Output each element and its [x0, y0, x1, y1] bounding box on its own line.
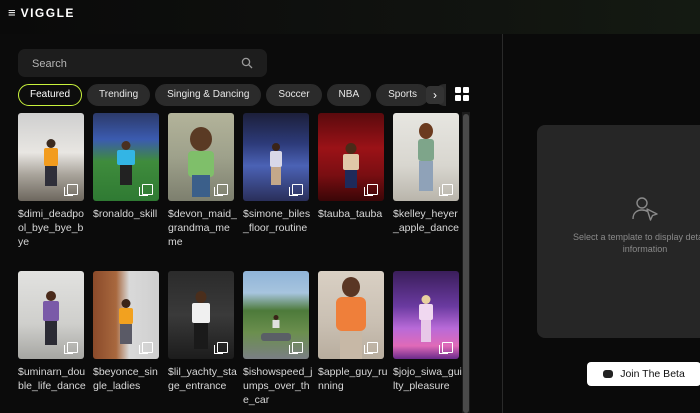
search-bar	[18, 49, 267, 79]
category-tabs: Featured Trending Singing & Dancing Soccer N…	[18, 84, 446, 106]
template-title: $apple_guy_running	[318, 366, 388, 392]
search-input[interactable]	[30, 49, 234, 79]
tab-trending[interactable]: Trending	[87, 84, 151, 106]
multi-clip-icon	[214, 184, 228, 196]
chevron-right-icon[interactable]: ›	[426, 86, 444, 104]
template-card[interactable]: $apple_guy_running	[318, 271, 387, 393]
template-card[interactable]: $ishowspeed_jumps_over_the_car	[243, 271, 312, 407]
search-icon[interactable]	[241, 57, 253, 69]
grid-view-icon[interactable]	[455, 87, 469, 101]
scrollbar-thumb[interactable]	[463, 114, 469, 413]
multi-clip-icon	[214, 342, 228, 354]
template-card[interactable]: $kelley_heyer_apple_dance	[393, 113, 459, 235]
template-title: $jojo_siwa_guilty_pleasure	[393, 366, 462, 392]
template-title: $ishowspeed_jumps_over_the_car	[243, 366, 313, 406]
logo[interactable]: ≡ VIGGLE	[8, 5, 75, 20]
template-title: $dimi_deadpool_bye_bye_bye	[18, 208, 84, 248]
template-card[interactable]: $lil_yachty_stage_entrance	[168, 271, 237, 393]
multi-clip-icon	[139, 342, 153, 354]
tab-soccer[interactable]: Soccer	[266, 84, 322, 106]
template-browser: FeaturedTrendingSinging & DancingSoccerN…	[0, 34, 502, 413]
multi-clip-icon	[439, 342, 453, 354]
template-card[interactable]: $devon_maid_grandma_meme	[168, 113, 237, 249]
multi-clip-icon	[64, 342, 78, 354]
template-thumbnail[interactable]	[243, 271, 309, 359]
template-title: $simone_biles_floor_routine	[243, 208, 311, 234]
template-card[interactable]: $ronaldo_skill	[93, 113, 159, 221]
template-title: $beyonce_single_ladies	[93, 366, 158, 392]
template-thumbnail[interactable]	[18, 271, 84, 359]
template-thumbnail[interactable]	[93, 271, 159, 359]
template-title: $kelley_heyer_apple_dance	[393, 208, 459, 234]
detail-sidebar: Select a template to display detailed in…	[503, 34, 700, 413]
join-beta-button[interactable]: Join The Beta	[587, 362, 700, 386]
template-thumbnail[interactable]	[93, 113, 159, 201]
discord-icon	[603, 370, 614, 378]
template-thumbnail[interactable]	[393, 271, 459, 359]
multi-clip-icon	[364, 342, 378, 354]
template-thumbnail[interactable]	[318, 271, 384, 359]
template-card[interactable]: $uminarn_double_life_dance	[18, 271, 86, 393]
template-card[interactable]: $beyonce_single_ladies	[93, 271, 159, 393]
template-card[interactable]: $dimi_deadpool_bye_bye_bye	[18, 113, 84, 249]
template-title: $tauba_tauba	[318, 208, 383, 220]
tab-featured[interactable]: Featured	[18, 84, 83, 106]
multi-clip-icon	[364, 184, 378, 196]
multi-clip-icon	[289, 184, 303, 196]
template-card[interactable]: $tauba_tauba	[318, 113, 384, 221]
multi-clip-icon	[289, 342, 303, 354]
template-detail-panel: Select a template to display detailed in…	[537, 125, 700, 338]
tab-nba[interactable]: NBA	[326, 84, 372, 106]
template-title: $lil_yachty_stage_entrance	[168, 366, 237, 392]
multi-clip-icon	[139, 184, 153, 196]
app-name: VIGGLE	[20, 5, 75, 20]
template-title: $ronaldo_skill	[93, 208, 158, 220]
multi-clip-icon	[64, 184, 78, 196]
template-thumbnail[interactable]	[18, 113, 84, 201]
template-title: $uminarn_double_life_dance	[18, 366, 86, 392]
viggle-logo-icon: ≡	[8, 5, 16, 20]
template-card[interactable]: $jojo_siwa_guilty_pleasure	[393, 271, 462, 393]
template-thumbnail[interactable]	[168, 271, 234, 359]
template-thumbnail[interactable]	[243, 113, 309, 201]
tab-singing-dancing[interactable]: Singing & Dancing	[155, 84, 262, 106]
template-thumbnail[interactable]	[168, 113, 234, 201]
template-thumbnail[interactable]	[318, 113, 384, 201]
tab-sports[interactable]: Sports	[376, 84, 430, 106]
template-thumbnail[interactable]	[393, 113, 459, 201]
empty-state-text: Select a template to display detailed in…	[572, 232, 700, 254]
top-bar: ≡ VIGGLE	[0, 0, 700, 34]
template-card[interactable]: $simone_biles_floor_routine	[243, 113, 310, 235]
user-select-icon	[632, 197, 658, 221]
join-beta-label: Join The Beta	[620, 368, 685, 380]
multi-clip-icon	[439, 184, 453, 196]
template-title: $devon_maid_grandma_meme	[168, 208, 237, 248]
